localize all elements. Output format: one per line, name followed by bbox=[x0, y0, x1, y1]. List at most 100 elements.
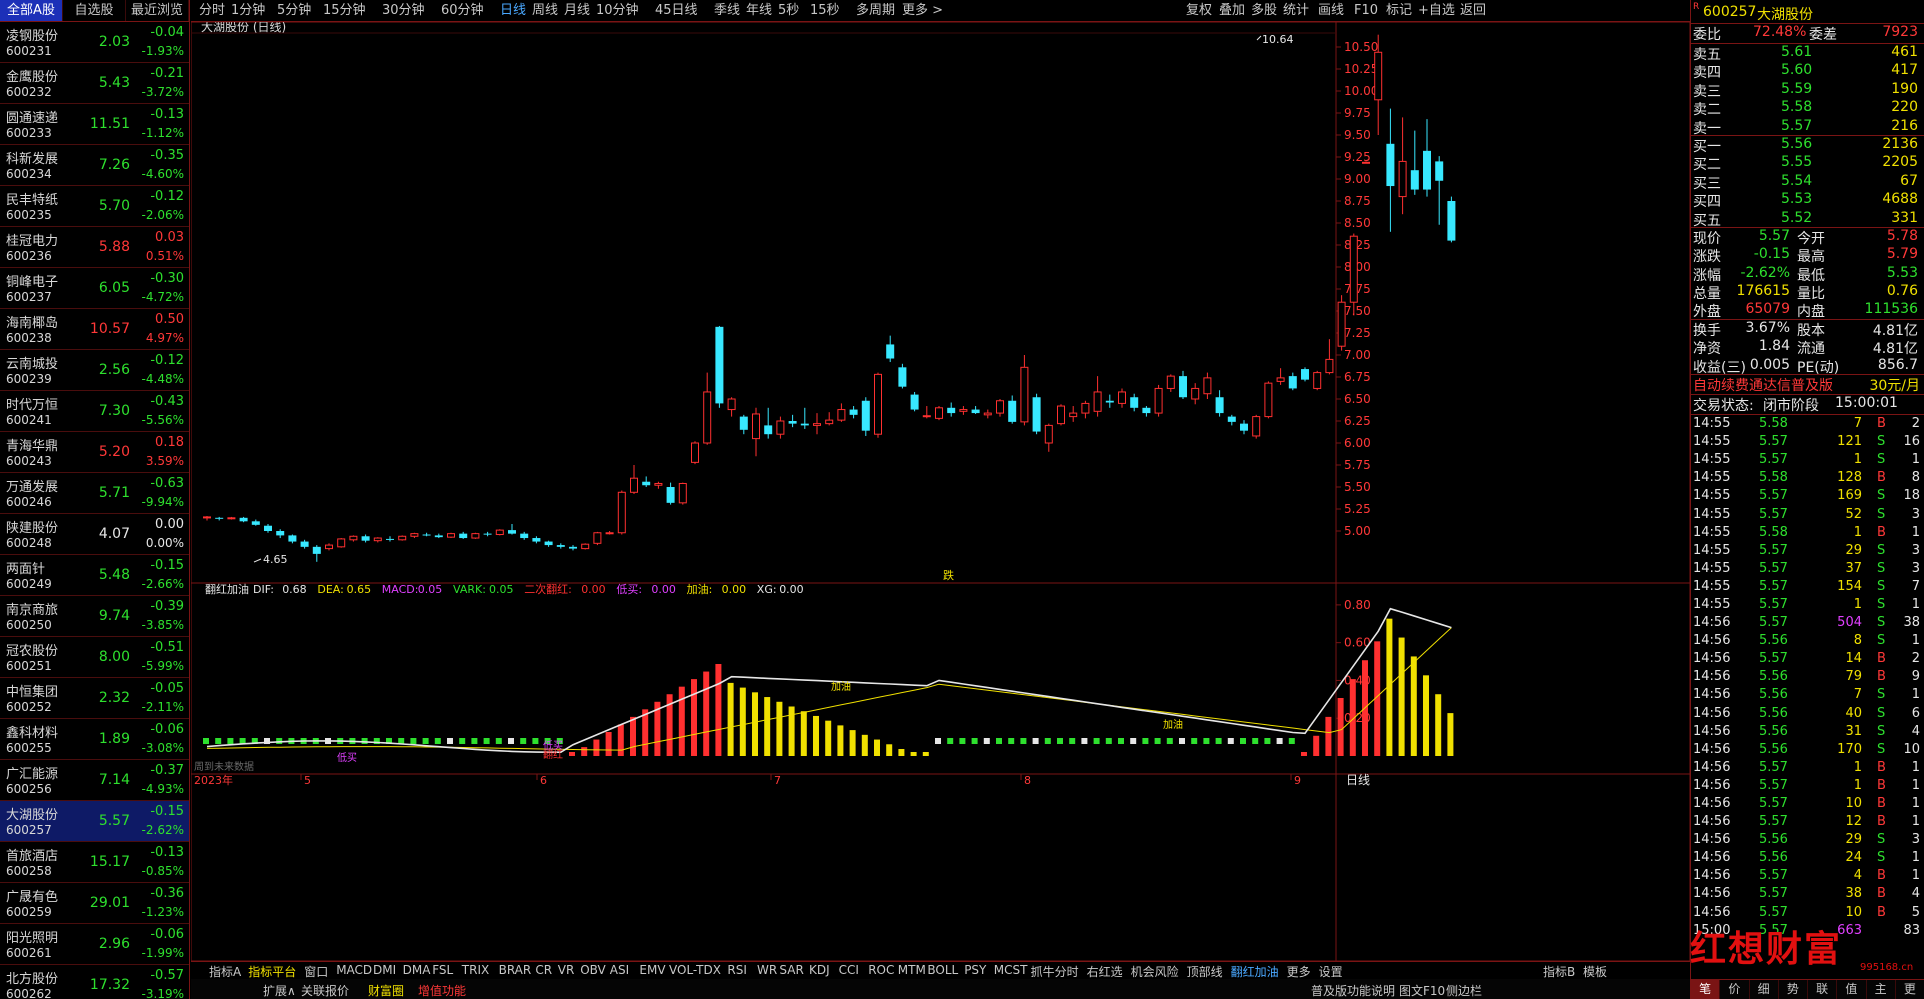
stock-row[interactable]: 桂冠电力 600236 5.88 0.03 0.51% bbox=[0, 227, 189, 268]
indicator-tab[interactable]: KDJ bbox=[809, 963, 830, 977]
period-4[interactable]: 30分钟 bbox=[382, 0, 425, 22]
stock-row[interactable]: 鑫科材料 600255 1.89 -0.06 -3.08% bbox=[0, 719, 189, 760]
indicator-tab[interactable]: BRAR bbox=[499, 963, 532, 977]
quote-tab[interactable]: 笔 bbox=[1691, 980, 1721, 999]
period-14[interactable]: 15秒 bbox=[810, 0, 840, 22]
tool-3[interactable]: 统计 bbox=[1283, 0, 1309, 22]
quote-tab[interactable]: 更 bbox=[1896, 980, 1924, 999]
indicator-tab[interactable]: VOL-TDX bbox=[669, 963, 721, 977]
quote-tab[interactable]: 价 bbox=[1720, 980, 1750, 999]
indicator-tab[interactable]: EMV bbox=[639, 963, 665, 977]
period-0[interactable]: 分时 bbox=[199, 0, 225, 22]
stock-row[interactable]: 科新发展 600234 7.26 -0.35 -4.60% bbox=[0, 145, 189, 186]
indicator-tab[interactable]: 翻红加油 bbox=[1231, 963, 1279, 980]
stock-row[interactable]: 南京商旅 600250 9.74 -0.39 -3.85% bbox=[0, 596, 189, 637]
indicator-tab[interactable]: RSI bbox=[727, 963, 747, 977]
period-11[interactable]: 季线 bbox=[714, 0, 740, 22]
period-6[interactable]: 日线 bbox=[500, 0, 526, 22]
period-16[interactable]: 更多 > bbox=[902, 0, 943, 22]
quote-tab[interactable]: 联 bbox=[1808, 980, 1838, 999]
indicator-tab[interactable]: TRIX bbox=[462, 963, 489, 977]
indicator-tab-right[interactable]: 模板 bbox=[1583, 963, 1607, 980]
kline-chart-svg[interactable]: 大湖股份 (日线)10.5010.2510.009.759.509.259.00… bbox=[190, 19, 1691, 962]
ext-tab[interactable]: 扩展∧ bbox=[263, 982, 296, 999]
tool-8[interactable]: 返回 bbox=[1460, 0, 1486, 22]
promo-text[interactable]: 自动续费通达信普及版 bbox=[1693, 375, 1833, 395]
tool-4[interactable]: 画线 bbox=[1318, 0, 1344, 22]
quote-tab[interactable]: 细 bbox=[1750, 980, 1779, 999]
quote-tab[interactable]: 值 bbox=[1837, 980, 1867, 999]
tool-0[interactable]: 复权 bbox=[1186, 0, 1212, 22]
stock-row[interactable]: 时代万恒 600241 7.30 -0.43 -5.56% bbox=[0, 391, 189, 432]
stock-row[interactable]: 民丰特纸 600235 5.70 -0.12 -2.06% bbox=[0, 186, 189, 227]
stock-row[interactable]: 金鹰股份 600232 5.43 -0.21 -3.72% bbox=[0, 63, 189, 104]
ext-tab[interactable]: 财富圈 bbox=[368, 982, 404, 999]
period-8[interactable]: 月线 bbox=[564, 0, 590, 22]
period-7[interactable]: 周线 bbox=[532, 0, 558, 22]
indicator-tab[interactable]: 窗口 bbox=[304, 963, 328, 980]
stock-row[interactable]: 两面针 600249 5.48 -0.15 -2.66% bbox=[0, 555, 189, 596]
promo-row[interactable]: 自动续费通达信普及版 30元/月 bbox=[1691, 375, 1924, 396]
stock-row[interactable]: 凌钢股份 600231 2.03 -0.04 -1.93% bbox=[0, 22, 189, 63]
indicator-tab[interactable]: MTM bbox=[898, 963, 926, 977]
period-12[interactable]: 年线 bbox=[746, 0, 772, 22]
indicator-tab-right[interactable]: 指标B bbox=[1543, 963, 1575, 980]
tool-1[interactable]: 叠加 bbox=[1219, 0, 1245, 22]
quote-tab[interactable]: 主 bbox=[1867, 980, 1896, 999]
indicator-tab[interactable]: MACD bbox=[336, 963, 372, 977]
indicator-tab[interactable]: DMI bbox=[373, 963, 396, 977]
tool-6[interactable]: 标记 bbox=[1386, 0, 1412, 22]
quote-tab[interactable]: 势 bbox=[1779, 980, 1808, 999]
period-2[interactable]: 5分钟 bbox=[277, 0, 311, 22]
indicator-tab[interactable]: DMA bbox=[403, 963, 431, 977]
indicator-tab[interactable]: 更多 bbox=[1287, 963, 1311, 980]
period-13[interactable]: 5秒 bbox=[778, 0, 799, 22]
indicator-tab[interactable]: 设置 bbox=[1319, 963, 1343, 980]
stock-row[interactable]: 中恒集团 600252 2.32 -0.05 -2.11% bbox=[0, 678, 189, 719]
indicator-tab[interactable]: MCST bbox=[994, 963, 1028, 977]
stock-row[interactable]: 广汇能源 600256 7.14 -0.37 -4.93% bbox=[0, 760, 189, 801]
ext-tab-right[interactable]: 图文F10 bbox=[1399, 982, 1445, 999]
indicator-tab[interactable]: CR bbox=[535, 963, 552, 977]
stock-row[interactable]: 大湖股份 600257 5.57 -0.15 -2.62% bbox=[0, 801, 189, 842]
indicator-tab[interactable]: VR bbox=[558, 963, 575, 977]
indicator-tab[interactable]: 右红选 bbox=[1087, 963, 1123, 980]
stock-row[interactable]: 铜峰电子 600237 6.05 -0.30 -4.72% bbox=[0, 268, 189, 309]
period-5[interactable]: 60分钟 bbox=[441, 0, 484, 22]
ext-tab[interactable]: 增值功能 bbox=[418, 982, 466, 999]
period-9[interactable]: 10分钟 bbox=[596, 0, 639, 22]
stock-row[interactable]: 广晟有色 600259 29.01 -0.36 -1.23% bbox=[0, 883, 189, 924]
indicator-tab[interactable]: PSY bbox=[964, 963, 986, 977]
indicator-tab[interactable]: WR bbox=[757, 963, 777, 977]
indicator-tab[interactable]: FSL bbox=[432, 963, 453, 977]
indicator-tab[interactable]: ASI bbox=[610, 963, 629, 977]
stock-row[interactable]: 圆通速递 600233 11.51 -0.13 -1.12% bbox=[0, 104, 189, 145]
stock-row[interactable]: 陕建股份 600248 4.07 0.00 0.00% bbox=[0, 514, 189, 555]
indicator-tab[interactable]: 抓牛分时 bbox=[1031, 963, 1079, 980]
stock-row[interactable]: 冠农股份 600251 8.00 -0.51 -5.99% bbox=[0, 637, 189, 678]
period-15[interactable]: 多周期 bbox=[856, 0, 895, 22]
indicator-tab[interactable]: ROC bbox=[868, 963, 894, 977]
period-1[interactable]: 1分钟 bbox=[231, 0, 265, 22]
tool-5[interactable]: F10 bbox=[1354, 0, 1378, 22]
tool-2[interactable]: 多股 bbox=[1251, 0, 1277, 22]
stock-row[interactable]: 云南城投 600239 2.56 -0.12 -4.48% bbox=[0, 350, 189, 391]
tab-all-a-shares[interactable]: 全部A股 bbox=[0, 0, 63, 21]
stock-row[interactable]: 阳光照明 600261 2.96 -0.06 -1.99% bbox=[0, 924, 189, 965]
tool-7[interactable]: +自选 bbox=[1418, 0, 1455, 22]
period-10[interactable]: 45日线 bbox=[655, 0, 698, 22]
indicator-tab[interactable]: 指标A bbox=[209, 963, 241, 980]
ext-tab-right[interactable]: 侧边栏 bbox=[1446, 982, 1482, 999]
indicator-tab[interactable]: 机会风险 bbox=[1131, 963, 1179, 980]
indicator-tab[interactable]: 指标平台 bbox=[248, 963, 296, 980]
indicator-tab[interactable]: CCI bbox=[839, 963, 859, 977]
stock-row[interactable]: 海南椰岛 600238 10.57 0.50 4.97% bbox=[0, 309, 189, 350]
stock-row[interactable]: 万通发展 600246 5.71 -0.63 -9.94% bbox=[0, 473, 189, 514]
tab-recent[interactable]: 最近浏览 bbox=[126, 0, 189, 21]
period-3[interactable]: 15分钟 bbox=[323, 0, 366, 22]
ext-tab[interactable]: 关联报价 bbox=[301, 982, 349, 999]
indicator-tab[interactable]: OBV bbox=[580, 963, 606, 977]
ext-tab-right[interactable]: 普及版功能说明 bbox=[1311, 982, 1395, 999]
tab-watchlist[interactable]: 自选股 bbox=[63, 0, 126, 21]
stock-row[interactable]: 青海华鼎 600243 5.20 0.18 3.59% bbox=[0, 432, 189, 473]
